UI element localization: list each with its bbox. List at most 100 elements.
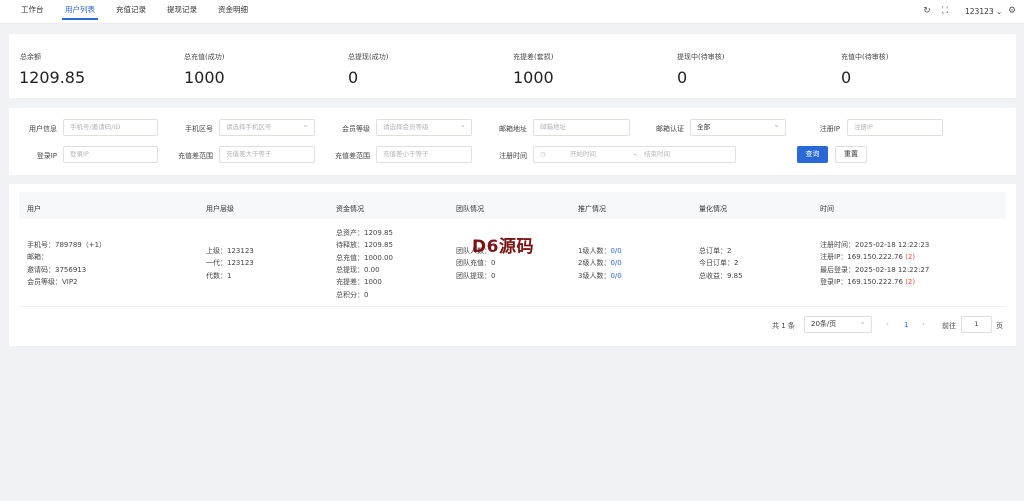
- th-hierarchy: 用户层级: [206, 205, 234, 213]
- funds-pending-release: 待释放：1209.85: [336, 241, 393, 249]
- tab-recharge-records[interactable]: 充值记录: [116, 4, 146, 15]
- funds-total-recharge: 总充值：1000.00: [336, 254, 393, 262]
- quant-total-profit: 总收益：9.85: [699, 272, 743, 280]
- user-email: 邮箱：: [27, 253, 48, 261]
- time-last-login-text: 最后登录：2025-02-18 12:22:27: [820, 266, 930, 274]
- stat-label-recharge-pending: 充值中(待审核): [841, 53, 889, 61]
- area-code-select[interactable]: 请选择手机区号: [219, 117, 315, 136]
- username: 123123: [965, 7, 994, 16]
- th-funds: 资金情况: [336, 205, 364, 213]
- prev-page-icon[interactable]: ‹: [886, 320, 889, 328]
- time-reg-ip: 注册IP：169.150.222.76 (2): [820, 252, 915, 262]
- user-phone: 手机号：789789（+1）: [27, 241, 107, 249]
- th-team: 团队情况: [456, 205, 484, 213]
- funds-total-withdraw: 总提现：0.00: [336, 266, 380, 274]
- reset-button[interactable]: 重置: [835, 146, 867, 163]
- stat-value-withdraw-pending: 0: [677, 68, 688, 87]
- team-withdraw: 团队提现：0: [456, 272, 496, 280]
- reg-ip-count[interactable]: (2): [905, 253, 915, 261]
- stat-value-diff: 1000: [513, 68, 554, 87]
- th-quant: 量化情况: [699, 205, 727, 213]
- label-email-verify: 邮箱认证: [656, 125, 684, 133]
- time-last-login: 最后登录：2025-02-18 12:22:27: [820, 265, 929, 275]
- diff-min-input[interactable]: 充值差大于等于: [219, 146, 315, 163]
- promo-level2-label: 2级人数：: [578, 259, 611, 267]
- time-login-ip: 登录IP：169.150.222.76 (2): [820, 277, 915, 287]
- user-level: 会员等级：VIP2: [27, 278, 78, 286]
- stat-label-diff: 充提差(套损): [513, 53, 554, 61]
- fullscreen-icon[interactable]: ⛶: [940, 6, 950, 16]
- login-ip-count[interactable]: (2): [905, 278, 915, 286]
- stat-value-recharge-pending: 0: [841, 68, 852, 87]
- email-input[interactable]: 邮箱地址: [533, 119, 630, 136]
- label-login-ip: 登录IP: [36, 152, 57, 160]
- funds-total-assets: 总资产：1209.85: [336, 229, 393, 237]
- chevron-down-icon: ⌄: [996, 7, 1003, 16]
- quant-total-orders: 总订单：2: [699, 247, 732, 255]
- quant-today-orders: 今日订单：2: [699, 259, 739, 267]
- goto-label: 前往: [942, 322, 956, 330]
- watermark: D6源码: [472, 237, 534, 257]
- login-ip-input[interactable]: 登录IP: [63, 146, 158, 163]
- tab-fund-details[interactable]: 资金明细: [218, 4, 248, 15]
- promo-level1-label: 1级人数：: [578, 247, 611, 255]
- diff-max-input[interactable]: 充值差小于等于: [376, 146, 472, 163]
- promo-level2: 2级人数：0/0: [578, 258, 622, 268]
- label-diff-min: 充值差范围: [178, 152, 213, 160]
- stat-label-withdraw: 总提现(成功): [348, 53, 389, 61]
- range-separator: -: [634, 150, 637, 158]
- funds-diff: 充提差：1000: [336, 278, 382, 286]
- label-level: 会员等级: [342, 125, 370, 133]
- search-button[interactable]: 查询: [797, 146, 828, 163]
- top-nav-bar: 工作台 用户列表 充值记录 提现记录 资金明细 ↻ ⛶ 123123 ⌄ ⚙: [0, 0, 1024, 24]
- goto-page-input[interactable]: 1: [961, 316, 992, 333]
- stat-value-withdraw: 0: [348, 68, 359, 87]
- time-reg-ip-text: 注册IP：169.150.222.76: [820, 253, 906, 261]
- promo-level2-link[interactable]: 0/0: [610, 259, 621, 267]
- th-user: 用户: [27, 205, 41, 213]
- promo-level1: 1级人数：0/0: [578, 246, 622, 256]
- page-number-1[interactable]: 1: [904, 321, 908, 329]
- stat-value-recharge: 1000: [184, 68, 225, 87]
- label-email: 邮箱地址: [499, 125, 527, 133]
- th-time: 时间: [820, 205, 834, 213]
- hierarchy-parent: 上级：123123: [206, 247, 254, 255]
- calendar-icon: ◷: [540, 150, 546, 158]
- user-info-input[interactable]: 手机号/邀请码/ID: [63, 119, 158, 136]
- row-divider: [19, 306, 1006, 307]
- end-time[interactable]: 结束时间: [644, 147, 670, 162]
- label-diff-max: 充值差范围: [335, 152, 370, 160]
- next-page-icon[interactable]: ›: [922, 320, 925, 328]
- active-tab-indicator: [62, 18, 98, 20]
- time-login-ip-text: 登录IP：169.150.222.76: [820, 278, 906, 286]
- start-time[interactable]: 开始时间: [570, 147, 596, 162]
- level-select[interactable]: 请选择会员等级: [376, 117, 472, 136]
- promo-level1-link[interactable]: 0/0: [610, 247, 621, 255]
- hierarchy-generations: 代数：1: [206, 272, 232, 280]
- promo-level3-label: 3级人数：: [578, 272, 611, 280]
- label-reg-time: 注册时间: [499, 152, 527, 160]
- hierarchy-gen1: 一代：123123: [206, 259, 254, 267]
- promo-level3-link[interactable]: 0/0: [610, 272, 621, 280]
- team-recharge: 团队充值：0: [456, 259, 496, 267]
- label-reg-ip: 注册IP: [819, 125, 840, 133]
- reg-time-range[interactable]: ◷ 开始时间 - 结束时间: [533, 146, 736, 163]
- tab-user-list[interactable]: 用户列表: [65, 4, 95, 15]
- time-registered: 注册时间：2025-02-18 12:22:23: [820, 240, 929, 250]
- label-user-info: 用户信息: [29, 125, 57, 133]
- time-registered-text: 注册时间：2025-02-18 12:22:23: [820, 241, 930, 249]
- table-header: [19, 192, 1006, 219]
- settings-gear-icon[interactable]: ⚙: [1007, 6, 1017, 16]
- page-unit-label: 页: [996, 322, 1003, 330]
- user-menu[interactable]: 123123 ⌄: [965, 7, 1002, 16]
- refresh-icon[interactable]: ↻: [922, 6, 932, 16]
- tab-withdraw-records[interactable]: 提现记录: [167, 4, 197, 15]
- tab-workbench[interactable]: 工作台: [21, 4, 44, 15]
- stat-label-recharge: 总充值(成功): [184, 53, 225, 61]
- reg-ip-input[interactable]: 注册IP: [847, 119, 943, 136]
- stats-card: [9, 34, 1016, 98]
- promo-level3: 3级人数：0/0: [578, 271, 622, 281]
- page-size-select[interactable]: 20条/页: [804, 314, 872, 333]
- email-verify-select[interactable]: 全部: [690, 117, 786, 136]
- funds-points: 总积分：0: [336, 291, 369, 299]
